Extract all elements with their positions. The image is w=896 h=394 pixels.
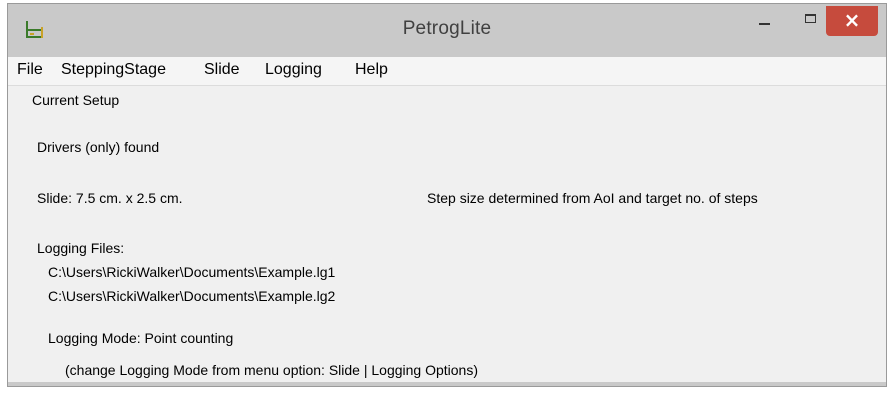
menu-slide[interactable]: Slide: [204, 61, 240, 79]
minimize-button[interactable]: [750, 6, 778, 36]
title-bar[interactable]: PetrogLite ×: [8, 4, 886, 56]
menu-file[interactable]: File: [17, 61, 43, 79]
current-setup-panel: Current Setup Drivers (only) found Slide…: [8, 86, 886, 382]
drivers-status: Drivers (only) found: [37, 139, 160, 155]
maximize-button[interactable]: [796, 6, 826, 36]
menu-help[interactable]: Help: [355, 61, 388, 79]
logging-mode: Logging Mode: Point counting: [48, 330, 234, 346]
current-setup-label: Current Setup: [32, 92, 120, 108]
logging-mode-hint: (change Logging Mode from menu option: S…: [65, 362, 479, 378]
menu-bar: File SteppingStage Slide Logging Help: [8, 57, 886, 86]
app-window: PetrogLite × File SteppingStage Slide Lo…: [7, 3, 887, 387]
close-icon: ×: [843, 8, 861, 32]
slide-size: Slide: 7.5 cm. x 2.5 cm.: [37, 190, 183, 206]
logging-files-label: Logging Files:: [37, 240, 125, 256]
step-size-note: Step size determined from AoI and target…: [427, 190, 758, 206]
menu-stepping-stage[interactable]: SteppingStage: [61, 61, 166, 79]
logging-file-1: C:\Users\RickiWalker\Documents\Example.l…: [48, 264, 336, 280]
menu-logging[interactable]: Logging: [265, 61, 322, 79]
logging-file-2: C:\Users\RickiWalker\Documents\Example.l…: [48, 288, 336, 304]
close-button[interactable]: ×: [826, 6, 878, 36]
